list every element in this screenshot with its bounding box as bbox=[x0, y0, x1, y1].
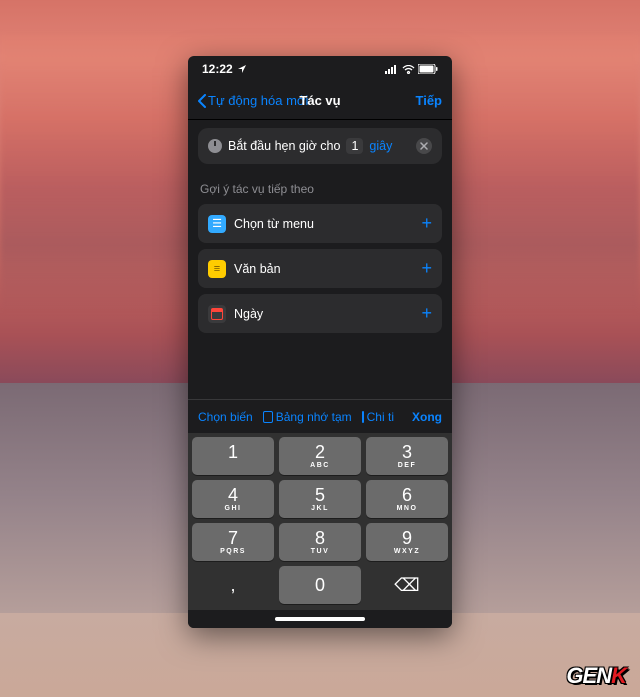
key-1[interactable]: 1 bbox=[192, 437, 274, 475]
suggestion-text[interactable]: ≡ Văn bản + bbox=[198, 249, 442, 288]
key-comma[interactable]: , bbox=[192, 566, 274, 604]
keyboard-toolbar: Chọn biến Bảng nhớ tạm Chi tiế Xong bbox=[188, 399, 452, 433]
home-indicator-area bbox=[188, 610, 452, 628]
key-6[interactable]: 6MNO bbox=[366, 480, 448, 518]
done-button[interactable]: Xong bbox=[412, 410, 442, 424]
menu-icon: ☰ bbox=[208, 215, 226, 233]
clipboard-icon bbox=[263, 411, 273, 423]
add-button[interactable]: + bbox=[421, 303, 432, 324]
suggestion-label: Ngày bbox=[234, 307, 263, 321]
key-5[interactable]: 5JKL bbox=[279, 480, 361, 518]
content-area: Bắt đầu hẹn giờ cho 1 giây Gợi ý tác vụ … bbox=[188, 120, 452, 399]
variable-button[interactable]: Chọn biến bbox=[198, 410, 253, 424]
key-8[interactable]: 8TUV bbox=[279, 523, 361, 561]
page-title: Tác vụ bbox=[299, 93, 340, 108]
action-label: Bắt đầu hẹn giờ cho bbox=[228, 139, 340, 153]
duration-input[interactable]: 1 bbox=[346, 138, 363, 154]
calendar-icon bbox=[208, 305, 226, 323]
suggestion-label: Văn bản bbox=[234, 262, 281, 276]
watermark-logo: GENK bbox=[566, 663, 626, 689]
chevron-left-icon bbox=[198, 94, 206, 108]
close-icon bbox=[420, 142, 428, 150]
battery-icon bbox=[418, 64, 438, 74]
clipboard-button[interactable]: Bảng nhớ tạm bbox=[263, 410, 352, 424]
suggestions-header: Gợi ý tác vụ tiếp theo bbox=[200, 182, 440, 196]
details-icon bbox=[362, 411, 364, 423]
back-button[interactable]: Tự động hóa mới bbox=[198, 93, 308, 108]
location-icon bbox=[237, 64, 247, 74]
wifi-icon bbox=[402, 65, 415, 74]
timer-icon bbox=[208, 139, 222, 153]
navigation-bar: Tự động hóa mới Tác vụ Tiếp bbox=[188, 82, 452, 120]
key-2[interactable]: 2ABC bbox=[279, 437, 361, 475]
suggestion-label: Chọn từ menu bbox=[234, 217, 314, 231]
next-button[interactable]: Tiếp bbox=[416, 93, 443, 108]
add-button[interactable]: + bbox=[421, 213, 432, 234]
backspace-icon: ⌫ bbox=[394, 575, 419, 596]
phone-frame: 12:22 Tự động hóa mới Tác vụ Tiếp Bắt đầ… bbox=[188, 56, 452, 628]
details-button[interactable]: Chi tiế bbox=[362, 410, 394, 424]
timer-action-block[interactable]: Bắt đầu hẹn giờ cho 1 giây bbox=[198, 128, 442, 164]
suggestion-date[interactable]: Ngày + bbox=[198, 294, 442, 333]
add-button[interactable]: + bbox=[421, 258, 432, 279]
status-time: 12:22 bbox=[202, 62, 233, 76]
key-delete[interactable]: ⌫ bbox=[366, 566, 448, 604]
back-label: Tự động hóa mới bbox=[208, 93, 308, 108]
text-icon: ≡ bbox=[208, 260, 226, 278]
keyboard-area: Chọn biến Bảng nhớ tạm Chi tiế Xong 1 2A… bbox=[188, 399, 452, 628]
suggestion-menu[interactable]: ☰ Chọn từ menu + bbox=[198, 204, 442, 243]
key-9[interactable]: 9WXYZ bbox=[366, 523, 448, 561]
clear-button[interactable] bbox=[416, 138, 432, 154]
key-0[interactable]: 0 bbox=[279, 566, 361, 604]
status-bar: 12:22 bbox=[188, 56, 452, 82]
key-3[interactable]: 3DEF bbox=[366, 437, 448, 475]
key-4[interactable]: 4GHI bbox=[192, 480, 274, 518]
numeric-keypad: 1 2ABC 3DEF 4GHI 5JKL 6MNO 7PQRS 8TUV 9W… bbox=[188, 433, 452, 610]
key-7[interactable]: 7PQRS bbox=[192, 523, 274, 561]
unit-selector[interactable]: giây bbox=[369, 139, 392, 153]
signal-icon bbox=[385, 65, 399, 74]
home-indicator[interactable] bbox=[275, 617, 365, 621]
